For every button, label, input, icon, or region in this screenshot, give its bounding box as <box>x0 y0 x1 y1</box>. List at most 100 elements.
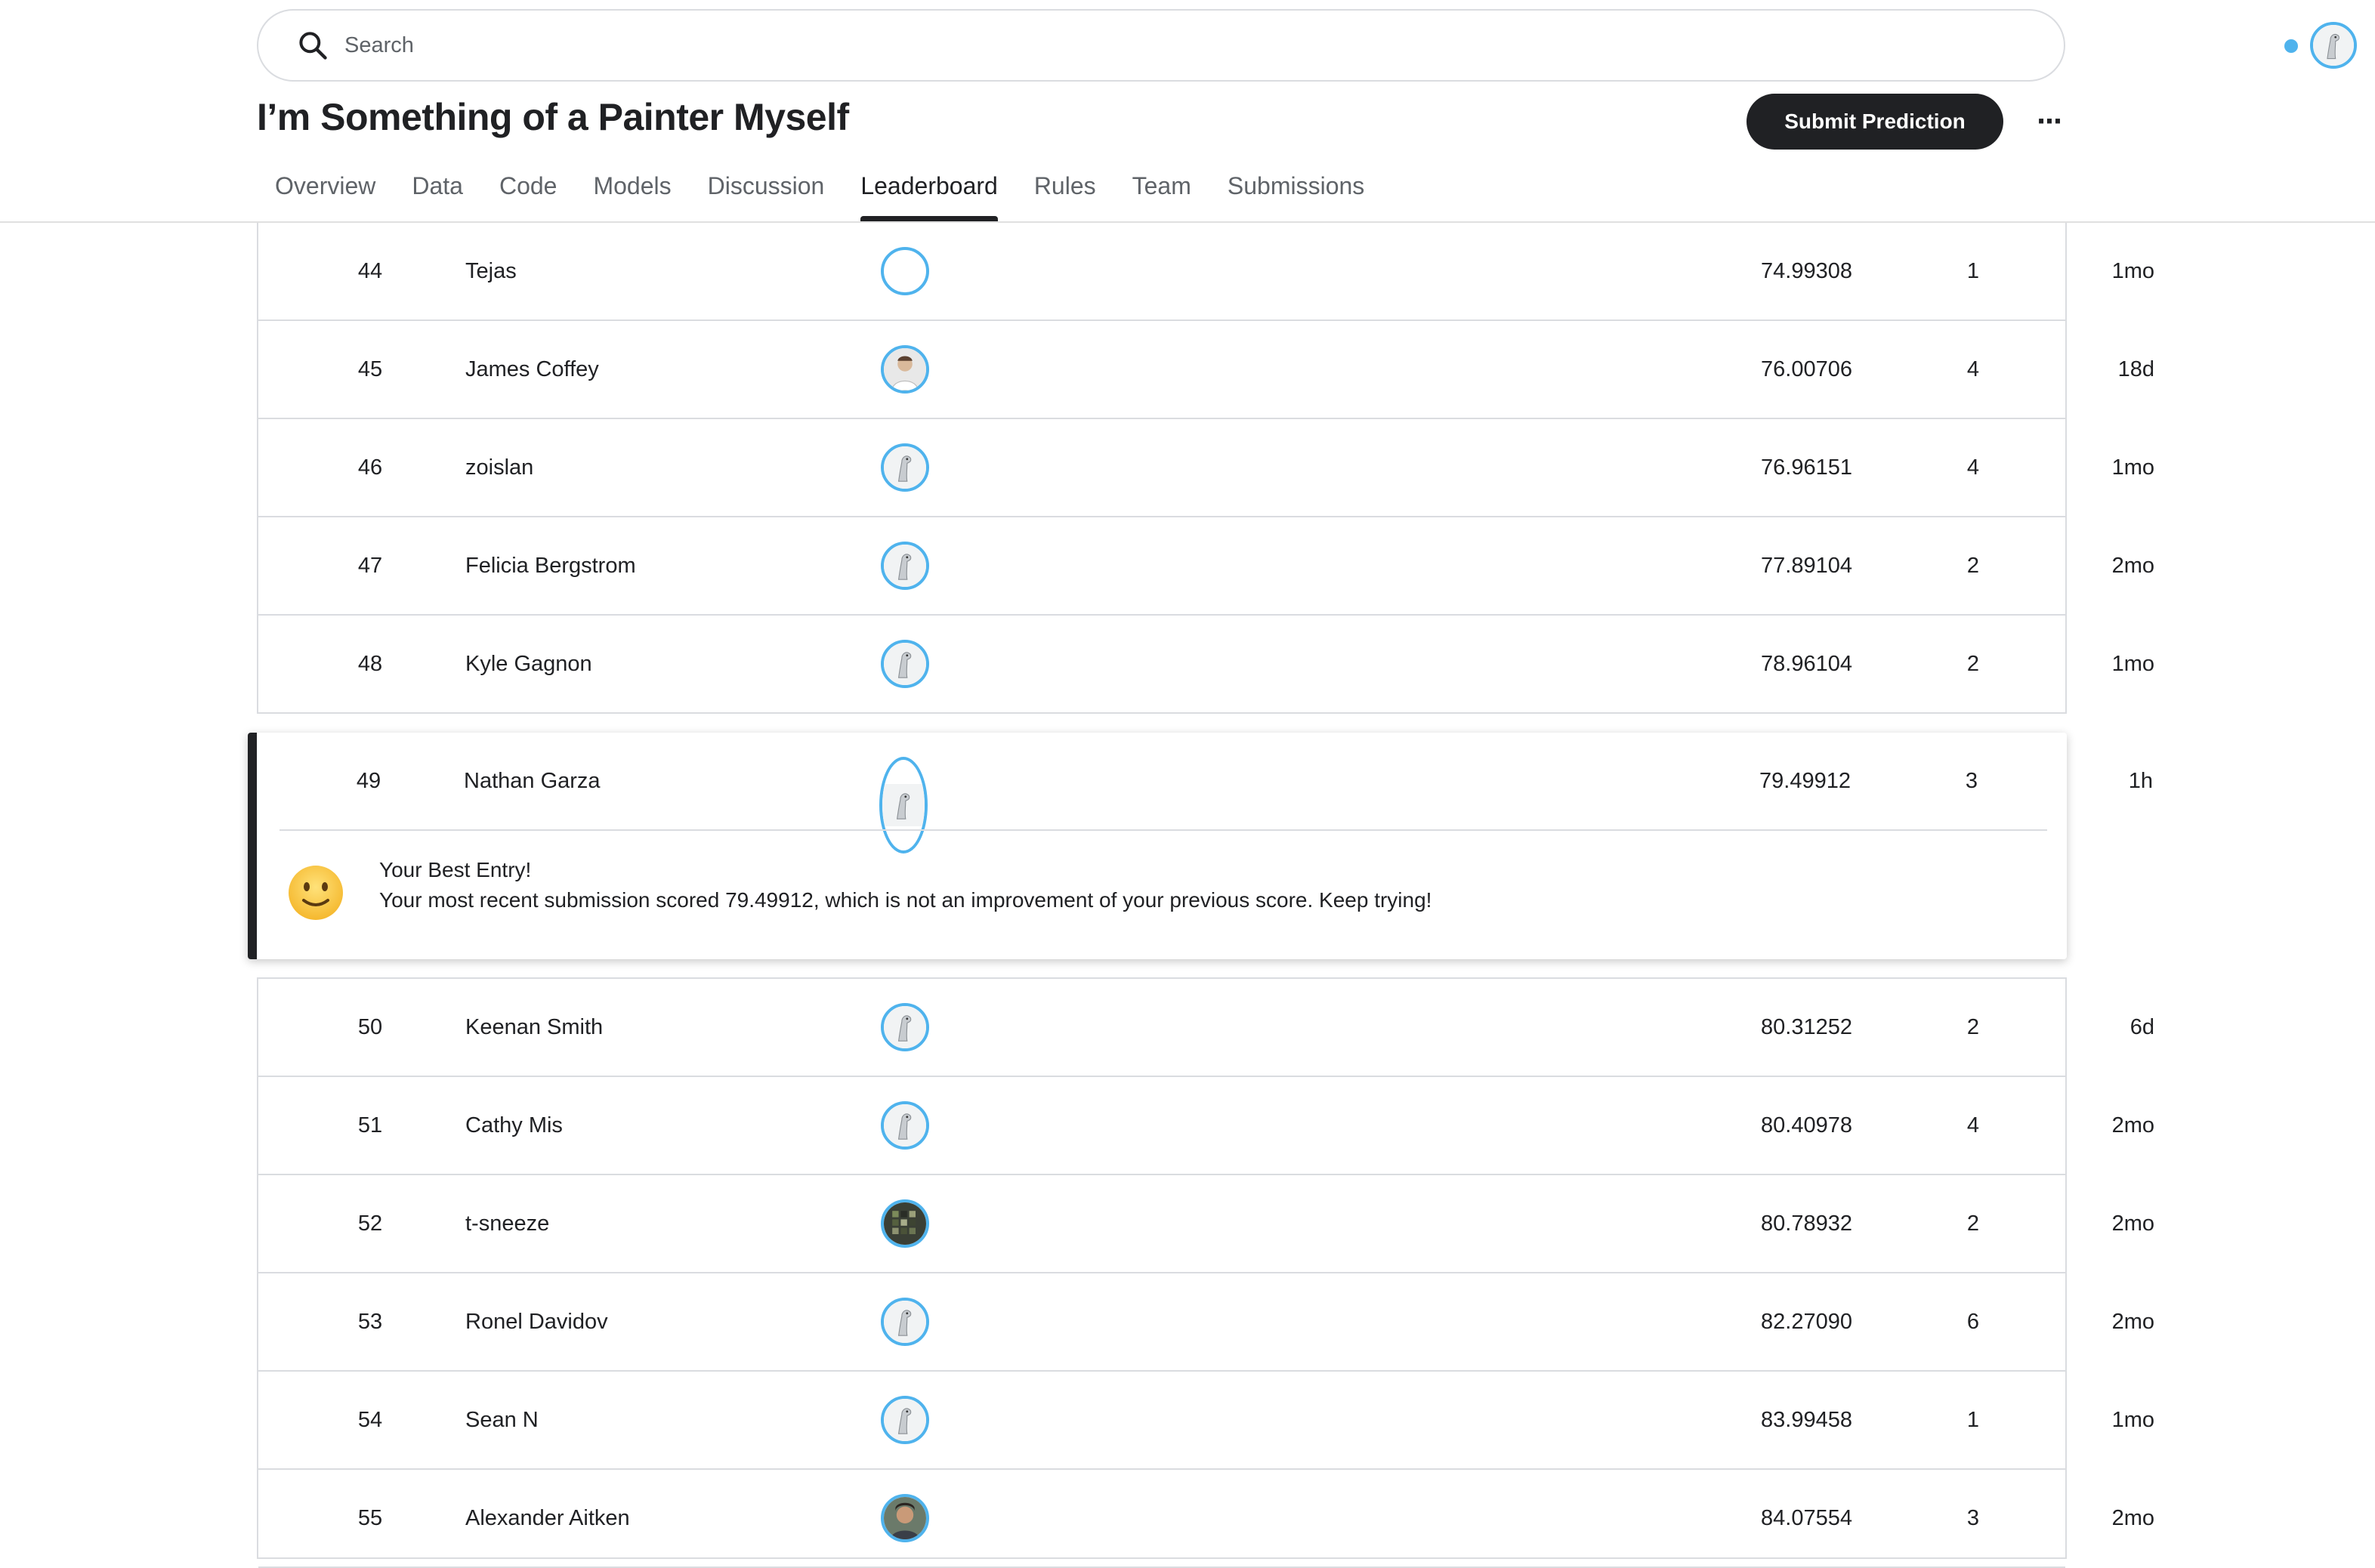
entries: 4 <box>1966 455 1980 480</box>
user-avatar[interactable] <box>2310 22 2357 69</box>
last-submission: 2mo <box>2111 1211 2154 1236</box>
rank: 49 <box>356 769 381 793</box>
more-options-button[interactable]: ··· <box>2024 103 2073 140</box>
rank: 51 <box>357 1113 383 1137</box>
tab-models[interactable]: Models <box>593 166 671 222</box>
tab-rules[interactable]: Rules <box>1034 166 1096 222</box>
pixel-pattern-avatar[interactable] <box>881 1199 929 1248</box>
notification-dot <box>2284 39 2298 53</box>
score: 80.40978 <box>1761 1113 1852 1137</box>
team-name[interactable]: Keenan Smith <box>465 979 843 1076</box>
entries: 6 <box>1966 1310 1980 1334</box>
score: 77.89104 <box>1761 554 1852 578</box>
last-submission: 18d <box>2117 357 2154 381</box>
goose-avatar-icon[interactable] <box>879 757 928 853</box>
team-name[interactable]: Nathan Garza <box>464 733 842 829</box>
last-submission: 1mo <box>2111 455 2154 480</box>
person-photo-avatar[interactable] <box>881 345 929 394</box>
current-user-entry: 49 Nathan Garza 79.49912 3 1h Your Best … <box>248 733 2153 959</box>
entries: 1 <box>1966 259 1980 283</box>
goose-avatar-icon[interactable] <box>881 1003 929 1051</box>
entry-divider <box>280 829 2047 831</box>
team-name[interactable]: Cathy Mis <box>465 1077 843 1174</box>
team-name[interactable]: Kyle Gagnon <box>465 616 843 712</box>
last-submission: 2mo <box>2111 1113 2154 1137</box>
team-name[interactable]: Alexander Aitken <box>465 1470 843 1566</box>
leaderboard-row[interactable]: 44 Tejas 74.99308 1 1mo <box>258 223 2154 321</box>
goose-avatar-icon[interactable] <box>881 1298 929 1346</box>
tab-submissions[interactable]: Submissions <box>1228 166 1364 222</box>
leaderboard-row[interactable]: 52 t-sneeze 80.78932 2 2mo <box>258 1175 2154 1273</box>
last-submission: 1mo <box>2111 259 2154 283</box>
score: 84.07554 <box>1761 1506 1852 1530</box>
last-submission: 2mo <box>2111 554 2154 578</box>
goose-avatar-icon[interactable] <box>881 1101 929 1150</box>
team-name[interactable]: zoislan <box>465 419 843 516</box>
last-submission: 1mo <box>2111 1408 2154 1432</box>
leaderboard-row[interactable]: 46 zoislan 76.96151 4 1mo <box>258 419 2154 517</box>
score: 80.78932 <box>1761 1211 1852 1236</box>
last-submission: 2mo <box>2111 1310 2154 1334</box>
entries: 4 <box>1966 357 1980 381</box>
tab-overview[interactable]: Overview <box>275 166 375 222</box>
competition-tabs: Overview Data Code Models Discussion Lea… <box>257 166 1382 222</box>
score: 79.49912 <box>1759 769 1851 793</box>
rank: 52 <box>357 1211 383 1236</box>
leaderboard-row[interactable]: 55 Alexander Aitken 84.07554 3 2mo <box>258 1470 2154 1568</box>
team-name[interactable]: Tejas <box>465 223 843 319</box>
tab-leaderboard[interactable]: Leaderboard <box>860 166 999 222</box>
empty-avatar[interactable] <box>881 247 929 295</box>
leaderboard-row[interactable]: 54 Sean N 83.99458 1 1mo <box>258 1372 2154 1470</box>
leaderboard-row[interactable]: 48 Kyle Gagnon 78.96104 2 1mo <box>258 616 2154 714</box>
score: 82.27090 <box>1761 1310 1852 1334</box>
tab-code[interactable]: Code <box>499 166 557 222</box>
team-name[interactable]: t-sneeze <box>465 1175 843 1272</box>
person-photo-avatar[interactable] <box>881 1494 929 1542</box>
search-bar[interactable] <box>257 9 2065 82</box>
rank: 55 <box>357 1506 383 1530</box>
team-name[interactable]: James Coffey <box>465 321 843 418</box>
tab-discussion[interactable]: Discussion <box>708 166 825 222</box>
goose-avatar-icon[interactable] <box>881 640 929 688</box>
slightly-smiling-face-icon <box>289 866 343 920</box>
score: 74.99308 <box>1761 259 1852 283</box>
goose-avatar-icon <box>2313 25 2354 66</box>
entries: 1 <box>1966 1408 1980 1432</box>
entries: 3 <box>1965 769 1978 793</box>
team-name[interactable]: Felicia Bergstrom <box>465 517 843 614</box>
leaderboard-row-current-user[interactable]: 49 Nathan Garza 79.49912 3 1h <box>257 733 2153 853</box>
last-submission: 1h <box>2128 769 2153 793</box>
score: 83.99458 <box>1761 1408 1852 1432</box>
rank: 44 <box>357 259 383 283</box>
tab-team[interactable]: Team <box>1132 166 1191 222</box>
leaderboard-row[interactable]: 45 James Coffey 76.00706 4 18d <box>258 321 2154 419</box>
rank: 53 <box>357 1310 383 1334</box>
best-entry-message: Your most recent submission scored 79.49… <box>379 888 1432 912</box>
goose-avatar-icon[interactable] <box>881 542 929 590</box>
entries: 2 <box>1966 652 1980 676</box>
leaderboard-row[interactable]: 53 Ronel Davidov 82.27090 6 2mo <box>258 1273 2154 1372</box>
team-name[interactable]: Sean N <box>465 1372 843 1468</box>
search-input[interactable] <box>343 32 1857 59</box>
entries: 2 <box>1966 1211 1980 1236</box>
leaderboard-row[interactable]: 47 Felicia Bergstrom 77.89104 2 2mo <box>258 517 2154 616</box>
page-title: I’m Something of a Painter Myself <box>257 96 849 138</box>
goose-avatar-icon[interactable] <box>881 443 929 492</box>
search-icon <box>299 32 327 60</box>
last-submission: 6d <box>2129 1015 2154 1039</box>
entries: 3 <box>1966 1506 1980 1530</box>
score: 76.00706 <box>1761 357 1852 381</box>
leaderboard-row[interactable]: 51 Cathy Mis 80.40978 4 2mo <box>258 1077 2154 1175</box>
rank: 45 <box>357 357 383 381</box>
goose-avatar-icon[interactable] <box>881 1396 929 1444</box>
team-name[interactable]: Ronel Davidov <box>465 1273 843 1370</box>
submit-prediction-button[interactable]: Submit Prediction <box>1747 94 2003 150</box>
entries: 2 <box>1966 554 1980 578</box>
score: 78.96104 <box>1761 652 1852 676</box>
rank: 54 <box>357 1408 383 1432</box>
leaderboard-table: 44 Tejas 74.99308 1 1mo 45 James Coffey … <box>257 223 2154 714</box>
tab-data[interactable]: Data <box>412 166 463 222</box>
leaderboard-row[interactable]: 50 Keenan Smith 80.31252 2 6d <box>258 979 2154 1077</box>
score: 76.96151 <box>1761 455 1852 480</box>
leaderboard-table: 50 Keenan Smith 80.31252 2 6d 51 Cathy M… <box>257 977 2154 1568</box>
